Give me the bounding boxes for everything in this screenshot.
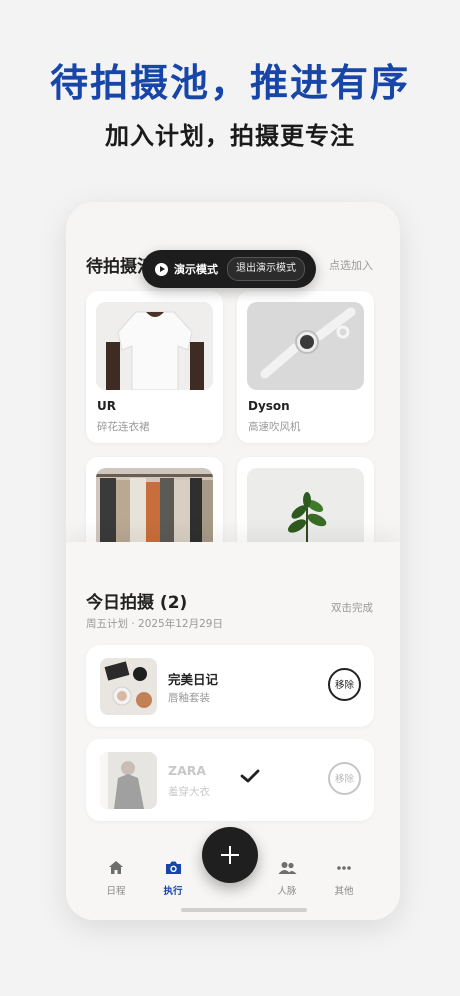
- tab-label: 人脉: [277, 886, 297, 897]
- today-title: 今日拍摄 (2): [86, 593, 188, 613]
- tab-label: 日程: [106, 886, 126, 897]
- task-name: 唇釉套装: [168, 692, 210, 704]
- double-tap-hint: 双击完成: [331, 602, 373, 614]
- hero-subtitle: 加入计划，拍摄更专注: [105, 122, 355, 150]
- play-icon: [155, 262, 168, 276]
- tab-schedule[interactable]: 日程: [91, 860, 141, 897]
- checkmark-icon: [240, 769, 260, 783]
- card-brand: Dyson: [248, 399, 290, 413]
- white-tshirt-photo: [96, 302, 213, 390]
- people-icon: [278, 862, 296, 874]
- home-icon: [109, 861, 123, 874]
- coat-photo: [100, 752, 157, 809]
- tab-label: 执行: [163, 886, 183, 897]
- pool-card[interactable]: UR 碎花连衣裙: [86, 291, 223, 443]
- home-indicator: [181, 908, 307, 912]
- smartwatch-photo: [247, 302, 364, 390]
- today-task[interactable]: ZARA 羞穿大衣 移除: [86, 739, 374, 821]
- exit-demo-button[interactable]: 退出演示模式: [227, 257, 305, 281]
- demo-mode-label: 演示模式: [174, 263, 218, 276]
- tab-contacts[interactable]: 人脉: [262, 860, 312, 897]
- task-brand: 完美日记: [168, 672, 219, 687]
- today-task[interactable]: 完美日记 唇釉套装 移除: [86, 645, 374, 727]
- tab-execute[interactable]: 执行: [148, 860, 198, 897]
- card-name: 碎花连衣裙: [97, 421, 150, 433]
- task-brand: ZARA: [168, 763, 207, 778]
- more-icon: [337, 866, 351, 870]
- pool-add-hint[interactable]: 点选加入: [329, 257, 373, 273]
- today-date: 周五计划 · 2025年12月29日: [86, 618, 223, 630]
- demo-mode-banner: 演示模式 退出演示模式: [142, 250, 316, 288]
- camera-icon: [165, 861, 181, 874]
- phone-screen: 待拍摄池 点选加入 UR 碎花连衣裙 Dyson 高速吹风机 演示模式 退出演示…: [66, 202, 400, 920]
- tab-more[interactable]: 其他: [319, 860, 369, 897]
- remove-button[interactable]: 移除: [328, 762, 361, 795]
- cosmetics-photo: [100, 658, 157, 715]
- remove-button[interactable]: 移除: [328, 668, 361, 701]
- card-brand: UR: [97, 399, 116, 413]
- add-fab-button[interactable]: [202, 827, 258, 883]
- tab-label: 其他: [334, 886, 354, 897]
- hero-title: 待拍摄池，推进有序: [49, 61, 410, 105]
- card-name: 高速吹风机: [248, 421, 301, 433]
- pool-card[interactable]: Dyson 高速吹风机: [237, 291, 374, 443]
- task-name: 羞穿大衣: [168, 786, 210, 798]
